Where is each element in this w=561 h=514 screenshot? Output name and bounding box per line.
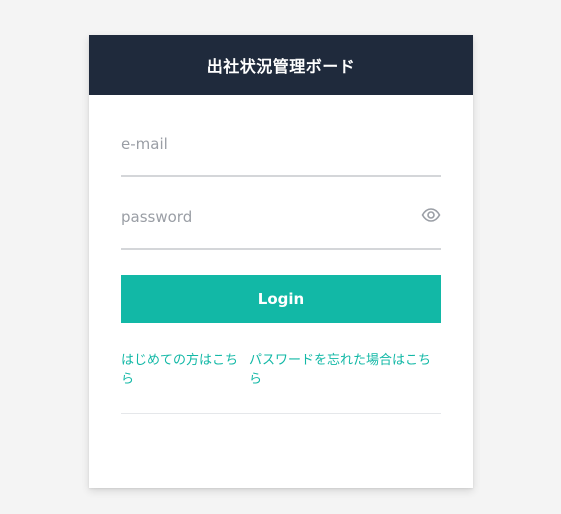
password-field[interactable] [121,201,441,233]
eye-icon[interactable] [421,207,441,223]
login-form: Login はじめての方はこちら パスワードを忘れた場合はこちら [121,95,441,414]
login-card: 出社状況管理ボード Login はじめての方はこちら パスワードを忘れた場合はこ… [89,35,473,488]
email-field-wrapper [121,128,441,177]
forgot-password-link[interactable]: パスワードを忘れた場合はこちら [249,349,441,387]
email-field[interactable] [121,128,441,160]
auth-links: はじめての方はこちら パスワードを忘れた場合はこちら [121,349,441,387]
first-time-link[interactable]: はじめての方はこちら [121,349,249,387]
password-field-wrapper [121,201,441,250]
login-button[interactable]: Login [121,275,441,323]
card-header: 出社状況管理ボード [89,35,473,95]
page-title: 出社状況管理ボード [206,57,356,76]
divider [121,413,441,414]
